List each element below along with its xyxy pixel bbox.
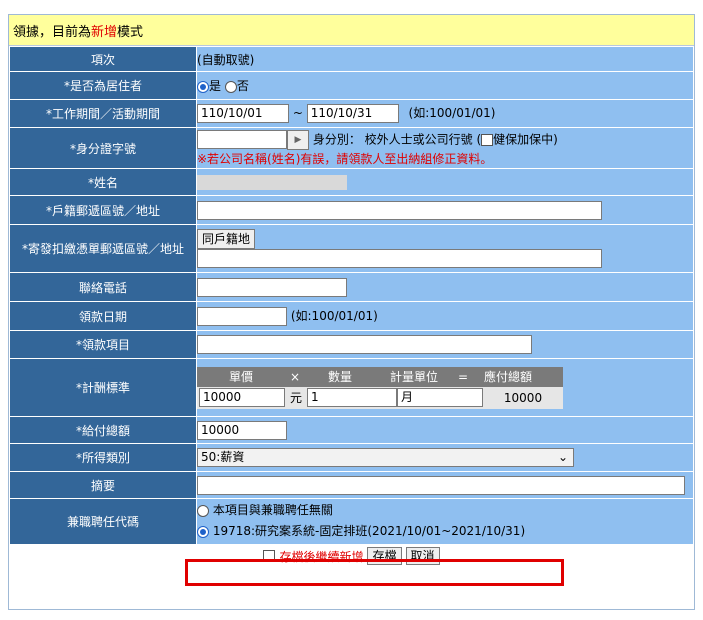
summary-input[interactable] [197,475,685,495]
mail-address-input[interactable] [197,249,602,268]
row-calc: *計酬標準 單價 × 數量 計量單位 = 應付總額 10000 元 1 月 10… [9,358,694,417]
same-address-button[interactable]: 同戶籍地 [197,229,256,249]
total-due-value: 10000 [503,390,543,405]
label-summary: 摘要 [9,471,197,499]
position-none-label: 本項目與兼職聘任無關 [212,504,333,517]
chevron-down-icon: ⌄ [557,450,568,464]
resident-yes-label: 是 [209,79,222,93]
calc-head-qty: 數量 [327,370,352,384]
identity-value: 校外人士或公司行號 ( [364,132,482,146]
label-phone: 聯絡電話 [9,272,197,302]
label-id-number: *身分證字號 [9,127,197,169]
row-item-no: 項次 (自動取號) [9,46,694,72]
receipt-form: 領據，目前為 新增 模式 項次 (自動取號) *是否為居住者 是 否 *工作期間／活… [8,14,695,610]
resident-no-radio[interactable] [224,80,237,93]
calc-grid: 單價 × 數量 計量單位 = 應付總額 10000 元 1 月 10000 [197,366,563,409]
value-item-no: (自動取號) [196,46,694,72]
header-mode: 新增 [91,24,118,40]
id-number-input[interactable] [197,130,287,149]
row-id-number: *身分證字號 ▶ 身分別： 校外人士或公司行號 ( 健保加保中) ※若公司名稱(姓… [9,127,694,169]
identity-label: 身分別： [312,132,361,146]
unit-price-input[interactable]: 10000 [199,388,285,407]
label-address: *戶籍郵遞區號／地址 [9,195,197,225]
period-end-input[interactable]: 110/10/31 [306,104,399,123]
address-input[interactable] [197,200,602,220]
row-total-pay: *給付總額 10000 [9,416,694,444]
resident-no-label: 否 [236,79,249,93]
form-table: 項次 (自動取號) *是否為居住者 是 否 *工作期間／活動期間 110/10/… [9,46,694,545]
position-code-radio[interactable] [197,525,209,538]
highlight-box [185,559,564,586]
period-start-input[interactable]: 110/10/01 [197,104,289,123]
label-resident: *是否為居住者 [9,71,197,100]
label-income-type: *所得類別 [9,443,197,472]
id-warning: ※若公司名稱(姓名)有誤，請領款人至出納組修正資料。 [197,151,493,166]
calc-head-equals: = [457,369,469,384]
label-name: *姓名 [9,168,197,196]
currency-label: 元 [289,391,302,405]
receive-date-hint: (如:100/01/01) [290,308,378,323]
header-suffix: 模式 [117,24,144,40]
position-none-radio[interactable] [197,504,209,517]
label-period: *工作期間／活動期間 [9,99,197,128]
calc-head-unit: 計量單位 [389,370,438,384]
resident-yes-radio[interactable] [197,80,209,93]
label-mail-address: *寄發扣繳憑單郵遞區號／地址 [9,224,197,273]
phone-input[interactable] [197,277,347,297]
row-resident: *是否為居住者 是 否 [9,71,694,100]
label-position: 兼職聘任代碼 [9,498,197,545]
label-receive-item: *領款項目 [9,330,197,359]
income-type-value: 50:薪資 [201,450,245,464]
insurance-label: 健保加保中) [493,132,558,146]
position-code-label: 19718:研究案系統-固定排班(2021/10/01~2021/10/31) [212,524,526,538]
row-summary: 摘要 [9,471,694,499]
play-icon: ▶ [294,134,302,145]
calc-head-price: 單價 [228,370,253,384]
receive-date-input[interactable] [197,306,287,326]
row-receive-date: 領款日期 (如:100/01/01) [9,301,694,331]
period-hint: (如:100/01/01) [408,106,496,120]
row-mail-address: *寄發扣繳憑單郵遞區號／地址 同戶籍地 [9,224,694,273]
row-position: 兼職聘任代碼 本項目與兼職聘任無關 19718:研究案系統-固定排班(2021/… [9,498,694,545]
total-pay-input[interactable]: 10000 [197,420,287,440]
header-prefix: 領據，目前為 [13,24,92,40]
quantity-input[interactable]: 1 [307,388,397,407]
row-phone: 聯絡電話 [9,272,694,302]
form-header: 領據，目前為 新增 模式 [9,15,694,46]
label-calc: *計酬標準 [9,358,197,417]
measure-unit-input[interactable]: 月 [397,388,483,407]
insurance-checkbox[interactable] [481,133,494,146]
period-sep: ~ [292,106,303,120]
row-period: *工作期間／活動期間 110/10/01 ~ 110/10/31 (如:100/… [9,99,694,128]
row-income-type: *所得類別 50:薪資 ⌄ [9,443,694,472]
calc-head-total: 應付總額 [483,370,532,384]
calc-head-times: × [289,369,301,384]
id-lookup-button[interactable]: ▶ [287,129,309,150]
row-address: *戶籍郵遞區號／地址 [9,195,694,225]
name-redacted [197,174,347,190]
row-receive-item: *領款項目 [9,330,694,359]
row-name: *姓名 [9,168,694,196]
label-item-no: 項次 [9,46,197,72]
label-receive-date: 領款日期 [9,301,197,331]
income-type-select[interactable]: 50:薪資 ⌄ [197,448,574,467]
receive-item-input[interactable] [197,335,532,354]
label-total-pay: *給付總額 [9,416,197,444]
